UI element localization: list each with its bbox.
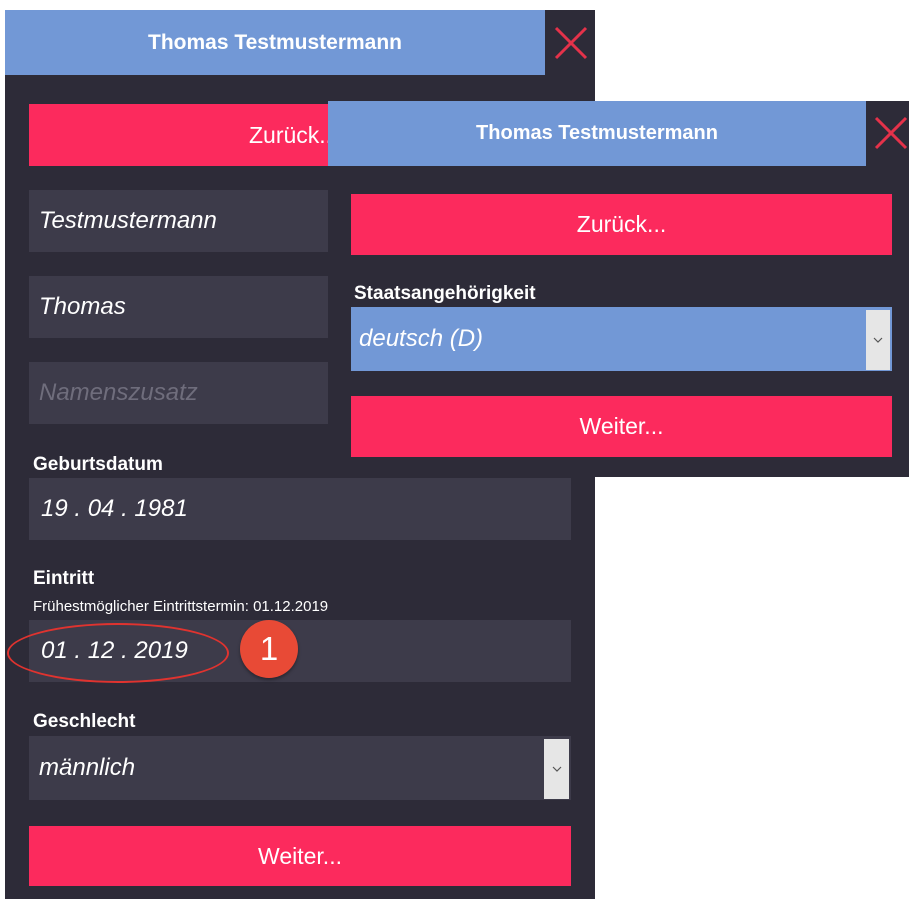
name-suffix-field[interactable]: Namenszusatz — [29, 362, 329, 424]
last-name-field[interactable]: Testmustermann — [29, 190, 329, 252]
entry-hint: Frühestmöglicher Eintrittstermin: 01.12.… — [33, 598, 329, 615]
nationality-label: Staatsangehörigkeit — [354, 283, 536, 304]
birthdate-field[interactable]: 19 . 04 . 1981 — [29, 478, 571, 540]
front-window-titlebar: Thomas Testmustermann — [328, 101, 866, 166]
annotation-ring — [7, 623, 229, 683]
close-x-icon — [874, 116, 908, 150]
chevron-down-icon — [552, 766, 561, 772]
gender-select-arrow[interactable] — [544, 739, 569, 799]
back-window-title: Thomas Testmustermann — [148, 30, 402, 54]
front-window-close-button[interactable] — [870, 112, 909, 154]
first-name-field[interactable]: Thomas — [29, 276, 329, 338]
nationality-select[interactable]: deutsch (D) — [351, 307, 892, 371]
gender-label: Geschlecht — [33, 711, 136, 732]
front-window-title: Thomas Testmustermann — [476, 122, 718, 144]
front-window-back-button[interactable]: Zurück... — [351, 194, 892, 255]
back-window-close-button[interactable] — [550, 22, 592, 64]
gender-select[interactable]: männlich — [29, 736, 571, 800]
chevron-down-icon — [873, 337, 883, 343]
birthdate-label: Geburtsdatum — [33, 454, 163, 475]
front-window-next-button[interactable]: Weiter... — [351, 396, 892, 457]
close-x-icon — [554, 26, 588, 60]
annotation-badge: 1 — [240, 620, 298, 678]
nationality-select-arrow[interactable] — [866, 310, 890, 370]
back-window-titlebar: Thomas Testmustermann — [5, 10, 545, 75]
entry-label: Eintritt — [33, 568, 95, 589]
back-window-next-button[interactable]: Weiter... — [29, 826, 571, 886]
